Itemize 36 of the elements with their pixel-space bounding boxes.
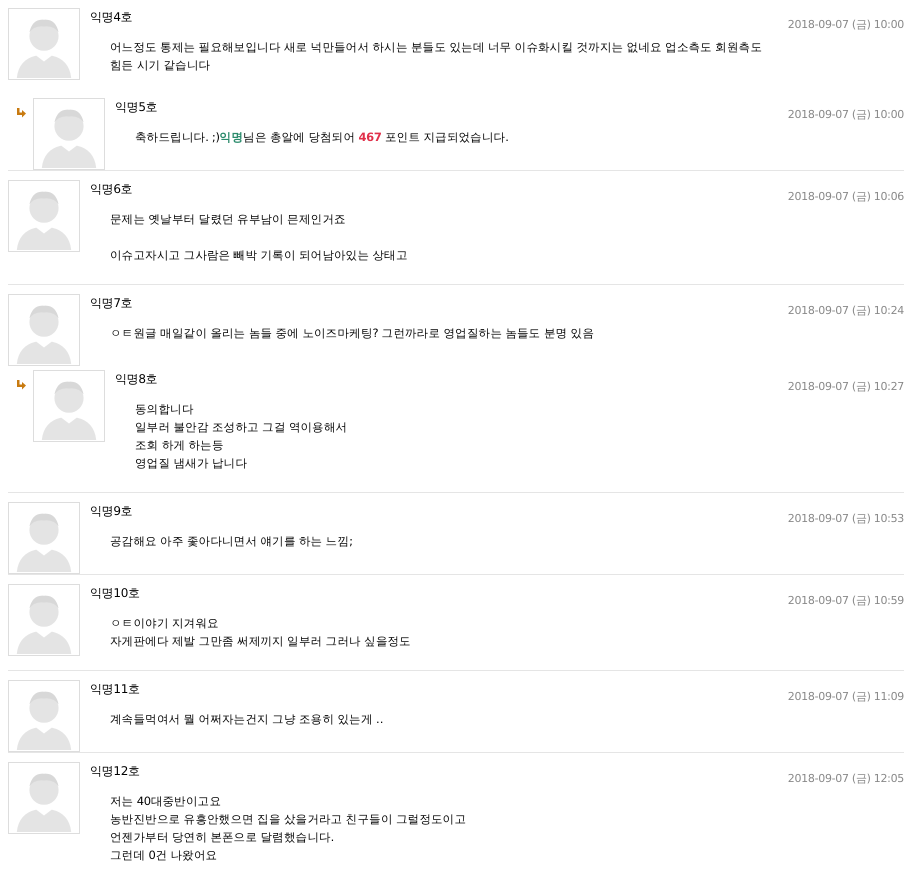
comment-text: ㅇㅌ이야기 지겨워요 (110, 615, 220, 632)
comment-date: 2018-09-07 (금) 10:00 (788, 107, 904, 122)
author-name[interactable]: 익명5호 (115, 100, 158, 114)
author-name[interactable]: 익명11호 (90, 682, 140, 696)
comment-text: 계속들먹여서 뭘 어쩌자는건지 그냥 조용히 있는게 ‥ (110, 711, 384, 728)
comment-text: 농반진반으로 유흥안했으면 집을 샀을거라고 친구들이 그럴정도이고 (110, 811, 468, 828)
comment-text: 그런데 0건 나왔어요 (110, 847, 218, 864)
comment-text: 일부러 불안감 조성하고 그걸 역이용해서 (135, 419, 348, 436)
comment-date: 2018-09-07 (금) 10:59 (788, 593, 904, 608)
comment-text: 이슈고자시고 그사람은 빼박 기록이 되어남아있는 상태고 (110, 247, 409, 264)
author-name[interactable]: 익명4호 (90, 10, 132, 24)
comment-text: 언젠가부터 당연히 본폰으로 달렴했습니다. (110, 829, 336, 846)
comment-date: 2018-09-07 (금) 12:05 (788, 771, 904, 786)
comment-date: 2018-09-07 (금) 10:06 (788, 189, 904, 204)
comment-text: 조회 하게 하는등 (135, 437, 225, 454)
author-name[interactable]: 익명12호 (90, 764, 140, 778)
comment-text: ㅇㅌ원글 매일같이 올리는 놈들 중에 노이즈마케팅? 그런까라로 영업질하는 놈들도 분명 있음 (110, 325, 595, 342)
author-name[interactable]: 익명7호 (90, 296, 132, 310)
comment-date: 2018-09-07 (금) 10:24 (788, 303, 904, 318)
avatar-icon (33, 370, 105, 442)
comment-date: 2018-09-07 (금) 10:00 (788, 17, 904, 32)
author-name[interactable]: 익명8호 (115, 372, 158, 386)
comment-text: 어느정도 통제는 필요해보입니다 새로 넉만들어서 하시는 분들도 있는데 너무 이슈화시킬 것까지는 없네요 업소측도 회원측도 힘든 시기 같습니다 (110, 39, 764, 74)
author-name[interactable]: 익명6호 (90, 182, 132, 196)
comment-date: 2018-09-07 (금) 10:27 (788, 379, 904, 394)
author-name[interactable]: 익명10호 (90, 586, 140, 600)
comment-text: 공감해요 아주 좇아다니면서 얘기를 하는 느낌; (110, 533, 354, 550)
comment-date: 2018-09-07 (금) 10:53 (788, 511, 904, 526)
comment-text: 영업질 냄새가 납니다 (135, 455, 248, 472)
comment-text: 문제는 옛날부터 달렸던 유부남이 믄제인거죠 (110, 211, 347, 228)
comment-text: 저는 40대중반이고요 (110, 793, 222, 810)
comment-text: 동의합니다 (135, 401, 195, 418)
comment-text: 축하드립니다. ;)익명 님은 총알에 당첨되어 467 포인트 지급되었습니다. (135, 129, 510, 146)
comment-text: 자게판에다 제발 그만좀 써제끼지 일부러 그러나 싶을정도 (110, 633, 412, 650)
comment-date: 2018-09-07 (금) 11:09 (788, 689, 904, 704)
author-name[interactable]: 익명9호 (90, 504, 132, 518)
